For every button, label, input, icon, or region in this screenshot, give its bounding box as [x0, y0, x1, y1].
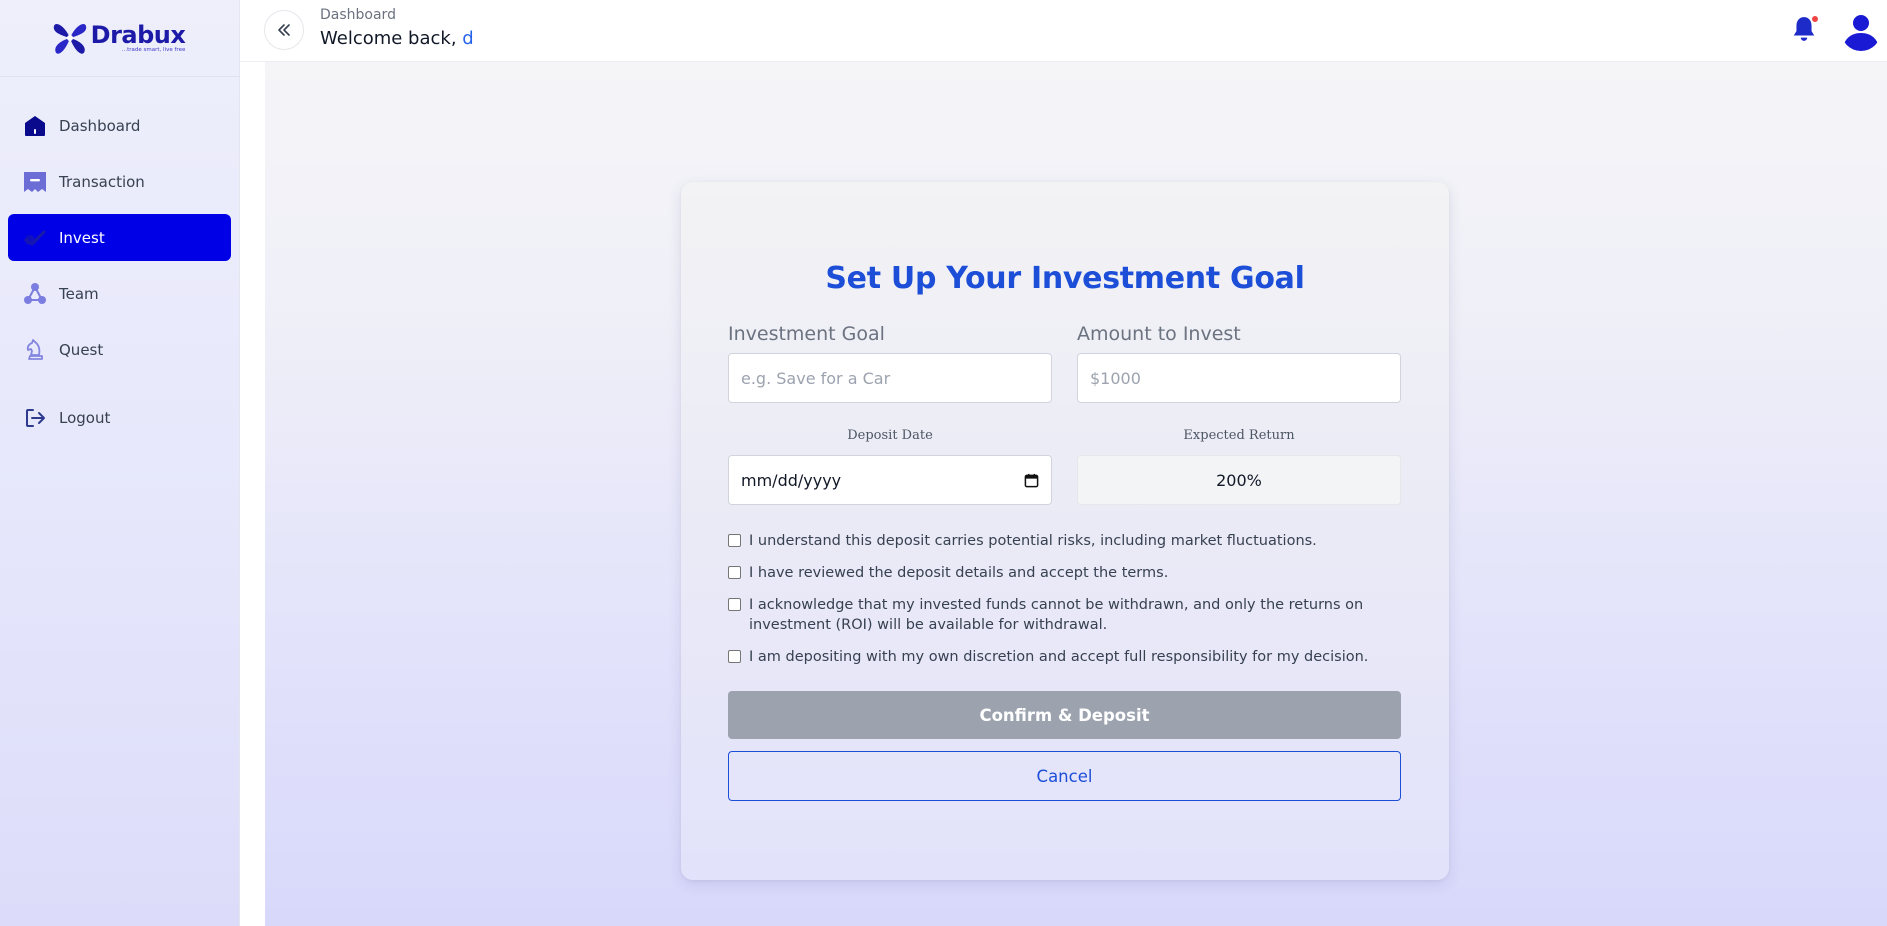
breadcrumb[interactable]: Dashboard [320, 7, 396, 23]
amount-label: Amount to Invest [1077, 323, 1241, 345]
form-title: Set Up Your Investment Goal [825, 261, 1305, 296]
agreement-item: I understand this deposit carries potent… [728, 531, 1408, 551]
agreement-item: I have reviewed the deposit details and … [728, 563, 1408, 583]
logout-icon [23, 406, 47, 430]
investment-goal-input[interactable] [728, 353, 1052, 403]
team-nodes-icon [23, 282, 47, 306]
investment-goal-label: Investment Goal [728, 323, 885, 345]
sidebar-item-label: Dashboard [59, 116, 141, 135]
notification-badge [1811, 15, 1819, 23]
agreement-checkbox-discretion[interactable] [728, 650, 741, 663]
sidebar-item-label: Team [59, 284, 99, 303]
brand-tagline: ...trade smart, live free [121, 46, 186, 53]
sidebar-item-dashboard[interactable]: Dashboard [8, 102, 231, 149]
deposit-date-input[interactable]: mm/dd/yyyy [728, 455, 1052, 505]
agreement-checkbox-terms[interactable] [728, 566, 741, 579]
agreement-list: I understand this deposit carries potent… [728, 531, 1408, 679]
username: d [462, 28, 474, 49]
cancel-button[interactable]: Cancel [728, 751, 1401, 801]
agreement-text: I have reviewed the deposit details and … [749, 565, 1169, 581]
amount-input[interactable] [1077, 353, 1401, 403]
sidebar-nav: Dashboard Transaction Invest Team Quest [8, 102, 231, 450]
sidebar-item-transaction[interactable]: Transaction [8, 158, 231, 205]
logout-label: Logout [59, 408, 111, 427]
sidebar-item-team[interactable]: Team [8, 270, 231, 317]
brand-name: Drabux [90, 20, 186, 49]
agreement-checkbox-withdrawal[interactable] [728, 598, 741, 611]
welcome-prefix: Welcome back, [320, 28, 457, 49]
expected-return-field: 200% [1077, 455, 1401, 505]
sidebar-item-label: Transaction [59, 172, 145, 191]
sidebar-item-label: Quest [59, 340, 104, 359]
date-placeholder: mm/dd/yyyy [741, 470, 842, 490]
calendar-icon[interactable] [1024, 473, 1039, 488]
agreement-text: I understand this deposit carries potent… [749, 533, 1317, 549]
double-chevron-left-icon [278, 24, 290, 36]
deposit-date-label: Deposit Date [847, 428, 933, 443]
chart-icon [23, 226, 47, 250]
collapse-sidebar-button[interactable] [264, 10, 304, 50]
top-header: Dashboard Welcome back, d [240, 0, 1887, 62]
home-icon [23, 114, 47, 138]
sidebar-item-invest[interactable]: Invest [8, 214, 231, 261]
agreement-checkbox-risks[interactable] [728, 534, 741, 547]
sidebar-item-quest[interactable]: Quest [8, 326, 231, 373]
welcome-message: Welcome back, d [320, 28, 474, 49]
receipt-icon [23, 170, 47, 194]
logout-button[interactable]: Logout [8, 394, 231, 441]
agreement-item: I am depositing with my own discretion a… [728, 647, 1408, 667]
sidebar: Drabux ...trade smart, live free Dashboa… [0, 0, 240, 926]
user-avatar[interactable] [1841, 11, 1881, 51]
agreement-text: I acknowledge that my invested funds can… [749, 597, 1364, 633]
agreement-item: I acknowledge that my invested funds can… [728, 595, 1408, 635]
sidebar-item-label: Invest [59, 228, 105, 247]
drabux-logo-icon [53, 24, 86, 54]
investment-goal-card: Set Up Your Investment Goal Investment G… [681, 182, 1449, 880]
brand-logo[interactable]: Drabux ...trade smart, live free [0, 0, 240, 77]
notifications-button[interactable] [1791, 15, 1819, 45]
chess-knight-icon [23, 338, 47, 362]
user-avatar-icon [1843, 15, 1879, 51]
expected-return-value: 200% [1216, 470, 1262, 490]
expected-return-label: Expected Return [1183, 428, 1295, 443]
agreement-text: I am depositing with my own discretion a… [749, 649, 1369, 665]
confirm-deposit-button[interactable]: Confirm & Deposit [728, 691, 1401, 739]
